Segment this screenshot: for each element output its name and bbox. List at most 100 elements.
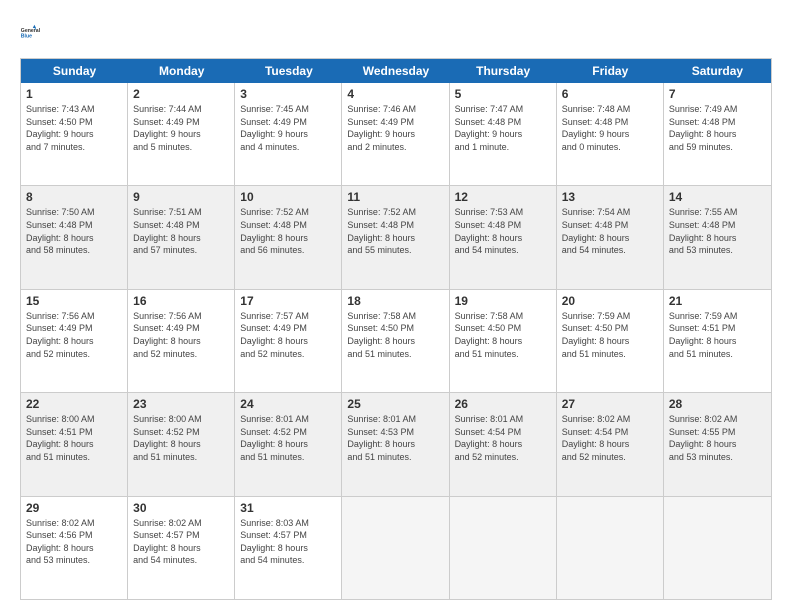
day-number: 2 bbox=[133, 87, 229, 101]
day-cell: 18 Sunrise: 7:58 AM Sunset: 4:50 PM Dayli… bbox=[342, 290, 449, 392]
day-number: 3 bbox=[240, 87, 336, 101]
day-cell: 10 Sunrise: 7:52 AM Sunset: 4:48 PM Dayli… bbox=[235, 186, 342, 288]
day-cell: 30 Sunrise: 8:02 AM Sunset: 4:57 PM Dayli… bbox=[128, 497, 235, 599]
day-info: Sunrise: 8:01 AM Sunset: 4:52 PM Dayligh… bbox=[240, 413, 336, 463]
day-number: 7 bbox=[669, 87, 766, 101]
page: General Blue SundayMondayTuesdayWednesda… bbox=[0, 0, 792, 612]
calendar-week-row: 8Sunrise: 7:50 AM Sunset: 4:48 PM Daylig… bbox=[21, 186, 771, 289]
day-cell: 13 Sunrise: 7:54 AM Sunset: 4:48 PM Dayli… bbox=[557, 186, 664, 288]
day-info: Sunrise: 8:02 AM Sunset: 4:56 PM Dayligh… bbox=[26, 517, 122, 567]
weekday-header: Thursday bbox=[450, 59, 557, 83]
day-info: Sunrise: 7:56 AM Sunset: 4:49 PM Dayligh… bbox=[26, 310, 122, 360]
day-number: 17 bbox=[240, 294, 336, 308]
day-number: 14 bbox=[669, 190, 766, 204]
day-number: 1 bbox=[26, 87, 122, 101]
day-number: 18 bbox=[347, 294, 443, 308]
day-cell: 31 Sunrise: 8:03 AM Sunset: 4:57 PM Dayli… bbox=[235, 497, 342, 599]
calendar-body: 1 Sunrise: 7:43 AM Sunset: 4:50 PM Daylig… bbox=[21, 83, 771, 599]
day-info: Sunrise: 7:51 AM Sunset: 4:48 PM Dayligh… bbox=[133, 206, 229, 256]
day-info: Sunrise: 8:03 AM Sunset: 4:57 PM Dayligh… bbox=[240, 517, 336, 567]
day-number: 13 bbox=[562, 190, 658, 204]
day-info: Sunrise: 8:01 AM Sunset: 4:54 PM Dayligh… bbox=[455, 413, 551, 463]
weekday-header: Saturday bbox=[664, 59, 771, 83]
weekday-header: Tuesday bbox=[235, 59, 342, 83]
day-number: 4 bbox=[347, 87, 443, 101]
day-info: Sunrise: 8:01 AM Sunset: 4:53 PM Dayligh… bbox=[347, 413, 443, 463]
day-info: Sunrise: 7:50 AM Sunset: 4:48 PM Dayligh… bbox=[26, 206, 122, 256]
day-number: 31 bbox=[240, 501, 336, 515]
svg-text:Blue: Blue bbox=[21, 34, 32, 40]
day-number: 25 bbox=[347, 397, 443, 411]
day-cell: 11Sunrise: 7:52 AM Sunset: 4:48 PM Dayli… bbox=[342, 186, 449, 288]
weekday-header: Friday bbox=[557, 59, 664, 83]
day-info: Sunrise: 7:48 AM Sunset: 4:48 PM Dayligh… bbox=[562, 103, 658, 153]
day-number: 28 bbox=[669, 397, 766, 411]
calendar-week-row: 15 Sunrise: 7:56 AM Sunset: 4:49 PM Dayli… bbox=[21, 290, 771, 393]
day-cell: 5 Sunrise: 7:47 AM Sunset: 4:48 PM Daylig… bbox=[450, 83, 557, 185]
logo-icon: General Blue bbox=[20, 16, 52, 48]
day-number: 9 bbox=[133, 190, 229, 204]
empty-cell bbox=[664, 497, 771, 599]
day-cell: 22Sunrise: 8:00 AM Sunset: 4:51 PM Dayli… bbox=[21, 393, 128, 495]
day-number: 24 bbox=[240, 397, 336, 411]
day-info: Sunrise: 7:57 AM Sunset: 4:49 PM Dayligh… bbox=[240, 310, 336, 360]
day-cell: 28Sunrise: 8:02 AM Sunset: 4:55 PM Dayli… bbox=[664, 393, 771, 495]
day-cell: 9 Sunrise: 7:51 AM Sunset: 4:48 PM Daylig… bbox=[128, 186, 235, 288]
day-cell: 8Sunrise: 7:50 AM Sunset: 4:48 PM Daylig… bbox=[21, 186, 128, 288]
day-number: 12 bbox=[455, 190, 551, 204]
day-cell: 15 Sunrise: 7:56 AM Sunset: 4:49 PM Dayli… bbox=[21, 290, 128, 392]
day-info: Sunrise: 7:46 AM Sunset: 4:49 PM Dayligh… bbox=[347, 103, 443, 153]
day-cell: 26 Sunrise: 8:01 AM Sunset: 4:54 PM Dayli… bbox=[450, 393, 557, 495]
day-info: Sunrise: 7:43 AM Sunset: 4:50 PM Dayligh… bbox=[26, 103, 122, 153]
day-cell: 14 Sunrise: 7:55 AM Sunset: 4:48 PM Dayli… bbox=[664, 186, 771, 288]
day-cell: 29 Sunrise: 8:02 AM Sunset: 4:56 PM Dayli… bbox=[21, 497, 128, 599]
day-info: Sunrise: 7:58 AM Sunset: 4:50 PM Dayligh… bbox=[347, 310, 443, 360]
day-number: 20 bbox=[562, 294, 658, 308]
day-number: 5 bbox=[455, 87, 551, 101]
day-info: Sunrise: 7:47 AM Sunset: 4:48 PM Dayligh… bbox=[455, 103, 551, 153]
day-info: Sunrise: 7:54 AM Sunset: 4:48 PM Dayligh… bbox=[562, 206, 658, 256]
calendar-week-row: 1 Sunrise: 7:43 AM Sunset: 4:50 PM Daylig… bbox=[21, 83, 771, 186]
calendar-week-row: 29 Sunrise: 8:02 AM Sunset: 4:56 PM Dayli… bbox=[21, 497, 771, 599]
day-info: Sunrise: 8:02 AM Sunset: 4:57 PM Dayligh… bbox=[133, 517, 229, 567]
day-info: Sunrise: 7:49 AM Sunset: 4:48 PM Dayligh… bbox=[669, 103, 766, 153]
day-info: Sunrise: 7:56 AM Sunset: 4:49 PM Dayligh… bbox=[133, 310, 229, 360]
weekday-header: Sunday bbox=[21, 59, 128, 83]
header: General Blue bbox=[20, 16, 772, 48]
weekday-header: Monday bbox=[128, 59, 235, 83]
day-cell: 27 Sunrise: 8:02 AM Sunset: 4:54 PM Dayli… bbox=[557, 393, 664, 495]
day-cell: 23Sunrise: 8:00 AM Sunset: 4:52 PM Dayli… bbox=[128, 393, 235, 495]
day-info: Sunrise: 8:02 AM Sunset: 4:54 PM Dayligh… bbox=[562, 413, 658, 463]
day-number: 27 bbox=[562, 397, 658, 411]
day-info: Sunrise: 7:52 AM Sunset: 4:48 PM Dayligh… bbox=[240, 206, 336, 256]
day-number: 23 bbox=[133, 397, 229, 411]
calendar-week-row: 22Sunrise: 8:00 AM Sunset: 4:51 PM Dayli… bbox=[21, 393, 771, 496]
day-info: Sunrise: 7:53 AM Sunset: 4:48 PM Dayligh… bbox=[455, 206, 551, 256]
empty-cell bbox=[557, 497, 664, 599]
day-cell: 12 Sunrise: 7:53 AM Sunset: 4:48 PM Dayli… bbox=[450, 186, 557, 288]
day-number: 15 bbox=[26, 294, 122, 308]
day-cell: 4 Sunrise: 7:46 AM Sunset: 4:49 PM Daylig… bbox=[342, 83, 449, 185]
day-number: 10 bbox=[240, 190, 336, 204]
day-info: Sunrise: 7:52 AM Sunset: 4:48 PM Dayligh… bbox=[347, 206, 443, 256]
day-info: Sunrise: 7:58 AM Sunset: 4:50 PM Dayligh… bbox=[455, 310, 551, 360]
svg-text:General: General bbox=[21, 28, 41, 34]
calendar: SundayMondayTuesdayWednesdayThursdayFrid… bbox=[20, 58, 772, 600]
day-number: 30 bbox=[133, 501, 229, 515]
day-number: 22 bbox=[26, 397, 122, 411]
day-number: 26 bbox=[455, 397, 551, 411]
day-number: 16 bbox=[133, 294, 229, 308]
day-cell: 25 Sunrise: 8:01 AM Sunset: 4:53 PM Dayli… bbox=[342, 393, 449, 495]
day-cell: 6Sunrise: 7:48 AM Sunset: 4:48 PM Daylig… bbox=[557, 83, 664, 185]
empty-cell bbox=[450, 497, 557, 599]
day-cell: 1 Sunrise: 7:43 AM Sunset: 4:50 PM Daylig… bbox=[21, 83, 128, 185]
day-number: 19 bbox=[455, 294, 551, 308]
logo: General Blue bbox=[20, 16, 52, 48]
day-info: Sunrise: 7:55 AM Sunset: 4:48 PM Dayligh… bbox=[669, 206, 766, 256]
day-cell: 2Sunrise: 7:44 AM Sunset: 4:49 PM Daylig… bbox=[128, 83, 235, 185]
day-number: 21 bbox=[669, 294, 766, 308]
calendar-header: SundayMondayTuesdayWednesdayThursdayFrid… bbox=[21, 59, 771, 83]
day-cell: 16 Sunrise: 7:56 AM Sunset: 4:49 PM Dayli… bbox=[128, 290, 235, 392]
empty-cell bbox=[342, 497, 449, 599]
day-number: 29 bbox=[26, 501, 122, 515]
